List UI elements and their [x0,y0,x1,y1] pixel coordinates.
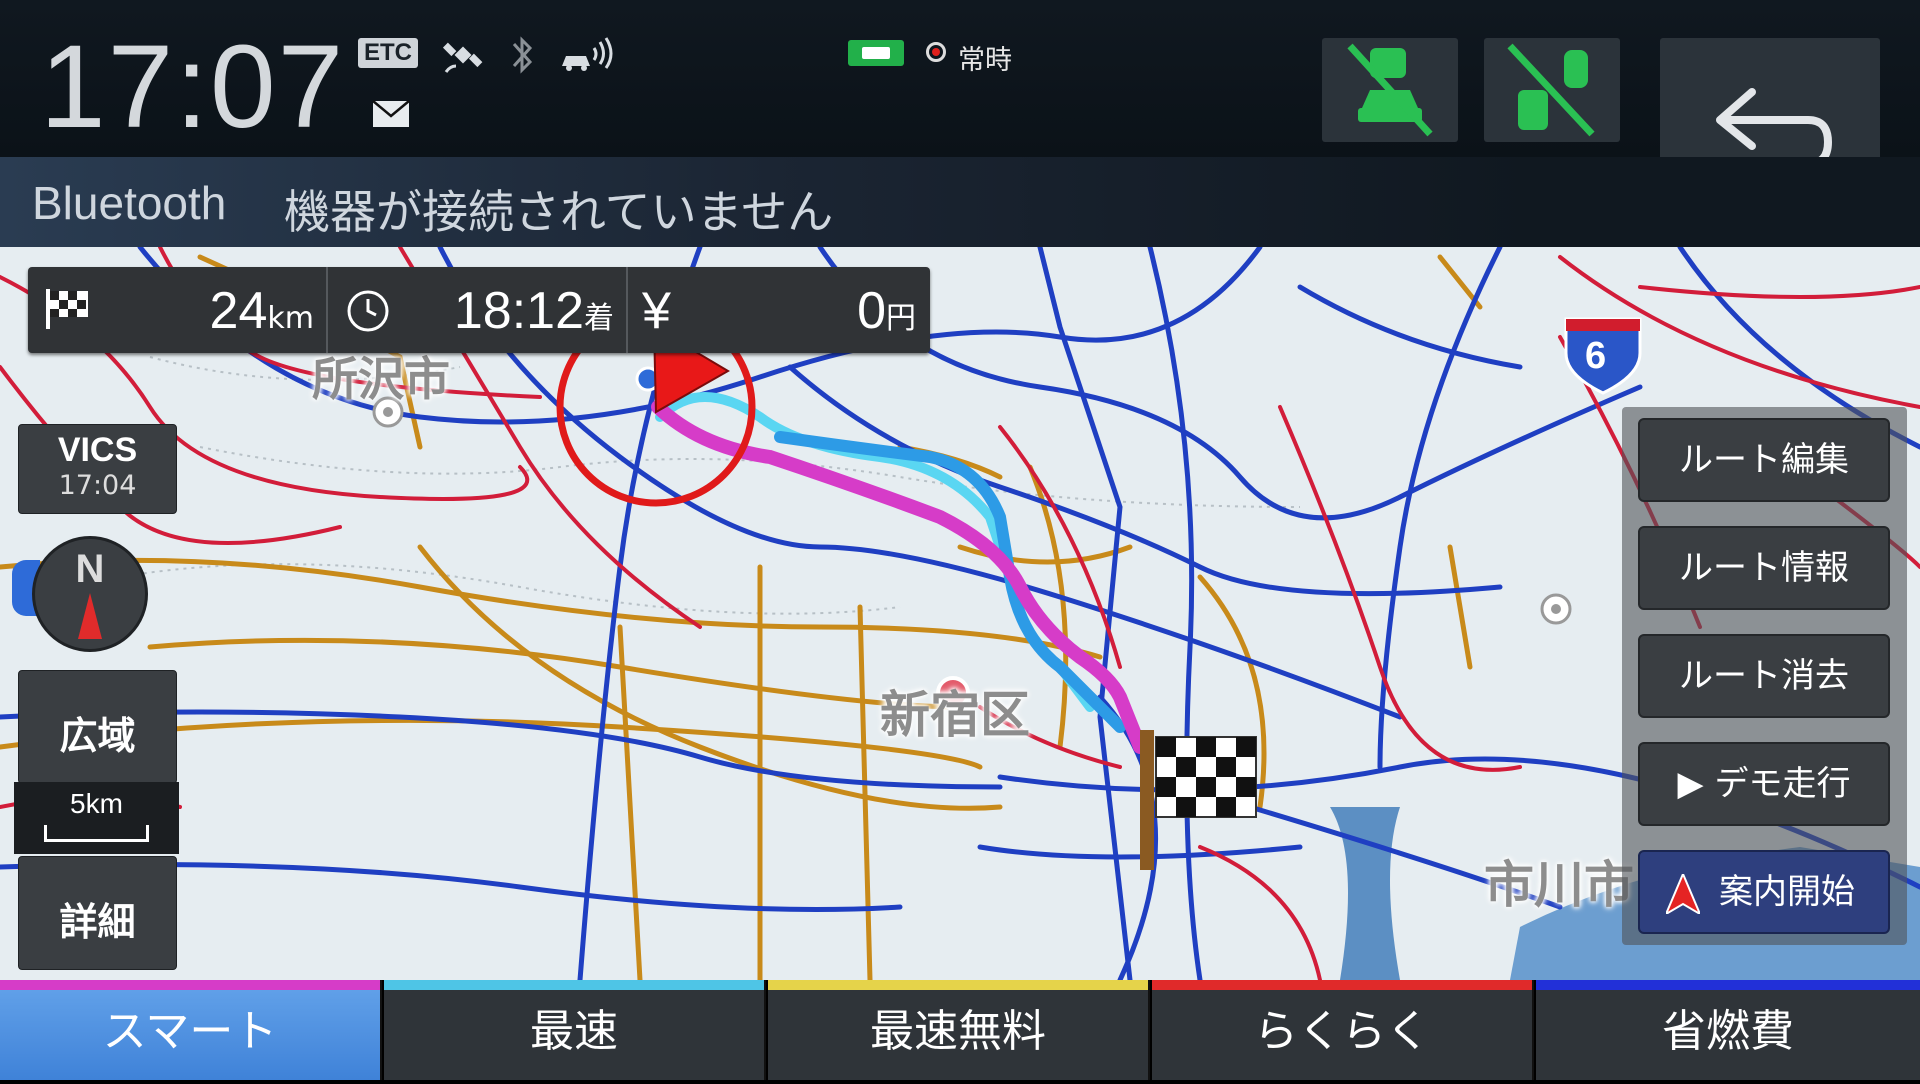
tab-color-strip [384,980,764,990]
car-connectivity-icon [562,37,613,71]
bluetooth-icon [512,36,533,74]
tab-fastest-free[interactable]: 最速無料 [768,980,1150,1080]
scale-value: 5km [70,788,123,819]
arrival-cell: 18:12着 [326,267,628,353]
tab-label: 省燃費 [1662,1006,1794,1057]
route-type-tabs: スマート 最速 最速無料 らくらく 省燃費 [0,980,1920,1080]
zoom-in-label: 詳細 [59,900,136,944]
tab-label: 最速 [530,1006,618,1057]
etc-badge: ETC [358,38,418,68]
zoom-out-label: 広域 [59,714,136,758]
banner-label: Bluetooth [32,177,227,229]
route-delete-button[interactable]: ルート消去 [1638,634,1890,718]
recording-icon [926,42,946,62]
tab-label: 最速無料 [870,1006,1046,1057]
tab-eco[interactable]: 省燃費 [1536,980,1920,1080]
route-shield-number: 6 [1585,335,1607,377]
tab-color-strip [1536,980,1920,990]
toll-cell: ¥ 0円 [626,267,932,353]
checkered-flag-icon [46,289,88,329]
route-edit-button[interactable]: ルート編集 [1638,418,1890,502]
vics-label: VICS [57,431,138,469]
scale-indicator: 5km [14,782,179,854]
map-label-ichikawa: 市川市 [1484,856,1634,914]
tab-color-strip [768,980,1148,990]
drive-recorder-icon [848,40,904,66]
route-summary-panel: 24km 18:12着 ¥ 0円 [28,267,930,353]
tab-label: らくらく [1254,1006,1430,1057]
clock: 17:07 [40,21,346,153]
compass-north-label: N [75,547,105,591]
collision-warning-off-icon [1507,43,1595,137]
map-label-shinjuku: 新宿区 [880,686,1030,744]
compass-needle-icon [78,593,102,639]
arrival-suffix: 着 [584,301,614,336]
compass-button[interactable]: N [32,536,148,652]
tab-smart[interactable]: スマート [0,980,382,1080]
distance-unit: km [267,301,314,336]
tab-fastest[interactable]: 最速 [384,980,766,1080]
vics-button[interactable]: VICS 17:04 [18,424,177,514]
start-guidance-label: 案内開始 [1719,872,1855,912]
navigation-arrow-icon [1666,874,1700,914]
distance-value: 24 [209,282,268,340]
mail-icon [372,100,410,127]
recording-mode-label: 常時 [958,45,1012,76]
tab-color-strip [1152,980,1532,990]
zoom-in-button[interactable]: 詳細 [18,856,177,970]
gps-satellite-icon [442,42,483,73]
scale-bar [44,825,149,842]
route-info-button[interactable]: ルート情報 [1638,526,1890,610]
vics-time: 17:04 [58,470,137,501]
toll-value: 0 [857,282,886,340]
start-guidance-button[interactable]: 案内開始 [1638,850,1890,934]
clock-icon [347,290,389,332]
tab-easy[interactable]: らくらく [1152,980,1534,1080]
tab-label: スマート [102,1006,278,1057]
zoom-out-button[interactable]: 広域 [18,670,177,784]
tab-color-strip [0,980,380,990]
collision-warning-off-button[interactable] [1484,38,1620,142]
lane-assist-off-button[interactable] [1322,38,1458,142]
demo-drive-button[interactable]: ▶ デモ走行 [1638,742,1890,826]
distance-cell: 24km [28,267,326,353]
arrival-time: 18:12 [453,282,584,340]
lane-assist-off-icon [1347,43,1433,137]
banner-message: 機器が接続されていません [284,185,834,239]
yen-icon: ¥ [642,282,671,340]
toll-unit: 円 [886,301,916,336]
